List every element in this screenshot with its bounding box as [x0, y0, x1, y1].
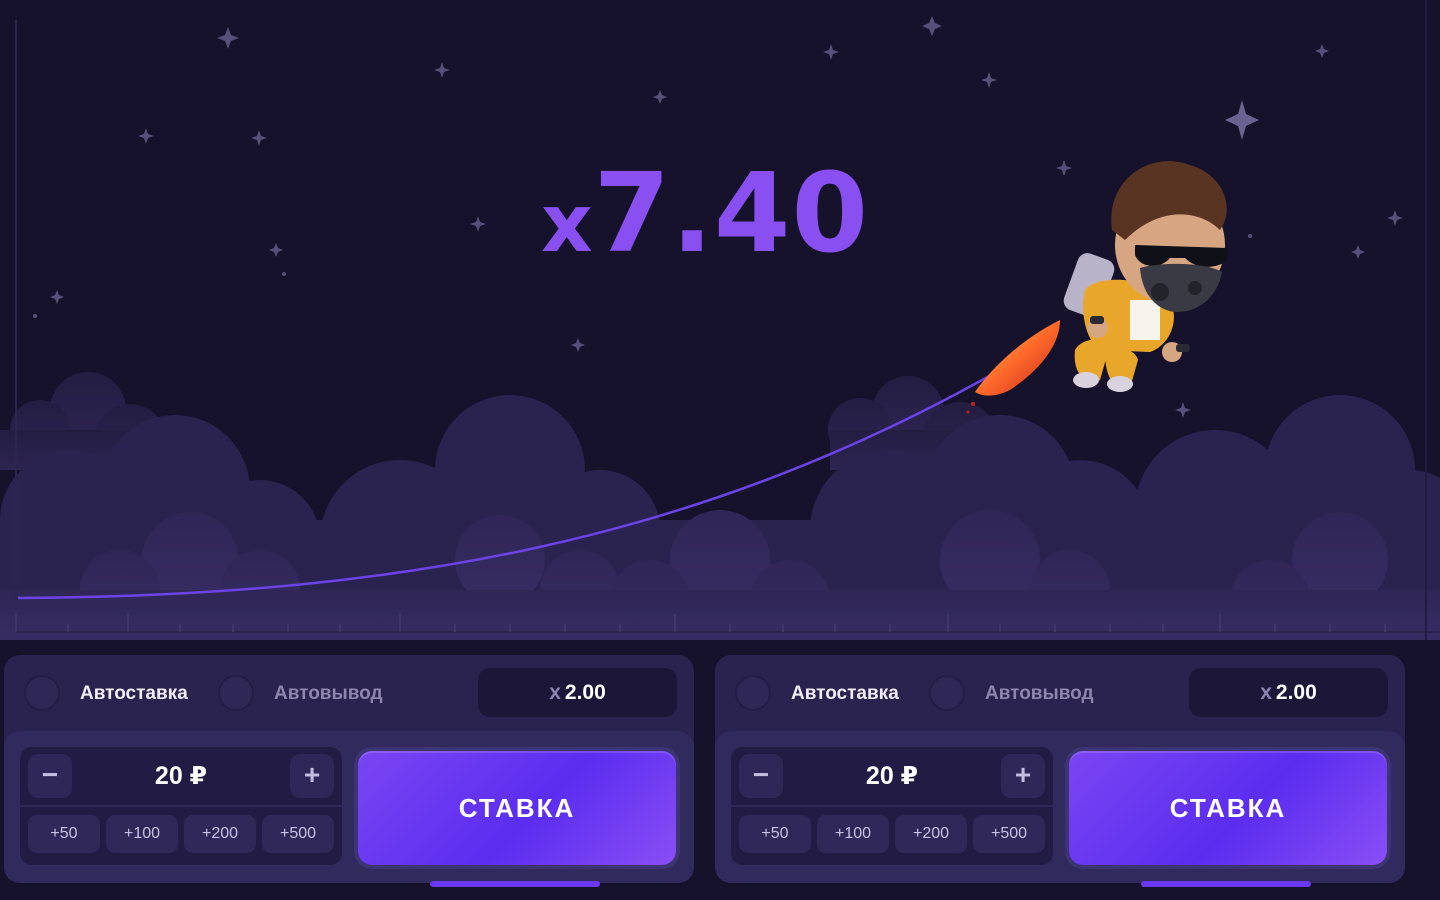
game-area: x7.40 — [0, 0, 1440, 640]
game-screen: x7.40 Автоставка Автовывод x 2.00 − 20 ₽ … — [0, 0, 1440, 900]
autobet-label: Автоставка — [791, 683, 899, 704]
autocashout-multiplier-input[interactable]: x 2.00 — [478, 668, 677, 717]
autocashout-prefix: x — [549, 681, 561, 704]
stake-amount-input[interactable]: 20 ₽ — [791, 760, 993, 792]
stake-amount-input[interactable]: 20 ₽ — [80, 760, 282, 792]
star — [269, 243, 283, 257]
autocashout-checkbox[interactable] — [929, 675, 965, 711]
autobet-label: Автоставка — [80, 683, 188, 704]
autocashout-multiplier-input[interactable]: x 2.00 — [1189, 668, 1388, 717]
bet-button-indicator — [1141, 881, 1311, 887]
multiplier-prefix: x — [540, 177, 594, 270]
quick-stake-button[interactable]: +200 — [184, 815, 256, 853]
star — [1225, 100, 1259, 140]
quick-stake-button[interactable]: +50 — [28, 815, 100, 853]
stake-box: − 20 ₽ + +50 +100 +200 +500 — [20, 747, 342, 865]
bet-panel: Автоставка Автовывод x 2.00 − 20 ₽ + +50 … — [4, 655, 694, 887]
bet-panel-options: Автоставка Автовывод x 2.00 — [715, 655, 1405, 733]
place-bet-button[interactable]: СТАВКА — [358, 751, 676, 865]
star — [50, 290, 64, 304]
star — [1056, 160, 1072, 176]
multiplier-value: 7.40 — [593, 149, 869, 277]
increase-stake-button[interactable]: + — [1001, 754, 1045, 798]
decrease-stake-button[interactable]: − — [739, 754, 783, 798]
star — [1387, 210, 1403, 226]
multiplier-display: x7.40 — [440, 158, 970, 268]
autocashout-value: 2.00 — [1275, 681, 1317, 704]
jetpack-pilot-icon — [966, 161, 1228, 414]
star — [922, 16, 942, 36]
star — [1315, 44, 1329, 58]
star — [251, 130, 267, 146]
star — [823, 44, 839, 60]
star — [434, 62, 450, 78]
quick-stake-button[interactable]: +50 — [739, 815, 811, 853]
stake-box: − 20 ₽ + +50 +100 +200 +500 — [731, 747, 1053, 865]
star — [571, 338, 585, 352]
star — [1175, 402, 1191, 418]
star — [1351, 245, 1365, 259]
autocashout-checkbox[interactable] — [218, 675, 254, 711]
autocashout-label: Автовывод — [985, 683, 1094, 704]
bet-panel-options: Автоставка Автовывод x 2.00 — [4, 655, 694, 733]
autocashout-label: Автовывод — [274, 683, 383, 704]
decrease-stake-button[interactable]: − — [28, 754, 72, 798]
bet-controls: − 20 ₽ + +50 +100 +200 +500 СТАВКА — [4, 731, 694, 883]
star — [33, 314, 37, 318]
bet-controls: − 20 ₽ + +50 +100 +200 +500 СТАВКА — [715, 731, 1405, 883]
autocashout-prefix: x — [1260, 681, 1272, 704]
bet-panel: Автоставка Автовывод x 2.00 − 20 ₽ + +50 … — [715, 655, 1405, 887]
star — [138, 128, 154, 144]
stake-stepper: − 20 ₽ + — [731, 747, 1053, 807]
stake-stepper: − 20 ₽ + — [20, 747, 342, 807]
autocashout-value: 2.00 — [564, 681, 606, 704]
autobet-checkbox[interactable] — [735, 675, 771, 711]
autobet-checkbox[interactable] — [24, 675, 60, 711]
star — [1248, 234, 1252, 238]
quick-stake-button[interactable]: +200 — [895, 815, 967, 853]
star — [217, 27, 239, 49]
star — [653, 90, 667, 104]
place-bet-button[interactable]: СТАВКА — [1069, 751, 1387, 865]
bet-button-indicator — [430, 881, 600, 887]
quick-stake-button[interactable]: +100 — [817, 815, 889, 853]
quick-stake-button[interactable]: +500 — [973, 815, 1045, 853]
star — [981, 72, 997, 88]
star — [282, 272, 286, 276]
quick-stake-button[interactable]: +100 — [106, 815, 178, 853]
quick-stake-button[interactable]: +500 — [262, 815, 334, 853]
increase-stake-button[interactable]: + — [290, 754, 334, 798]
